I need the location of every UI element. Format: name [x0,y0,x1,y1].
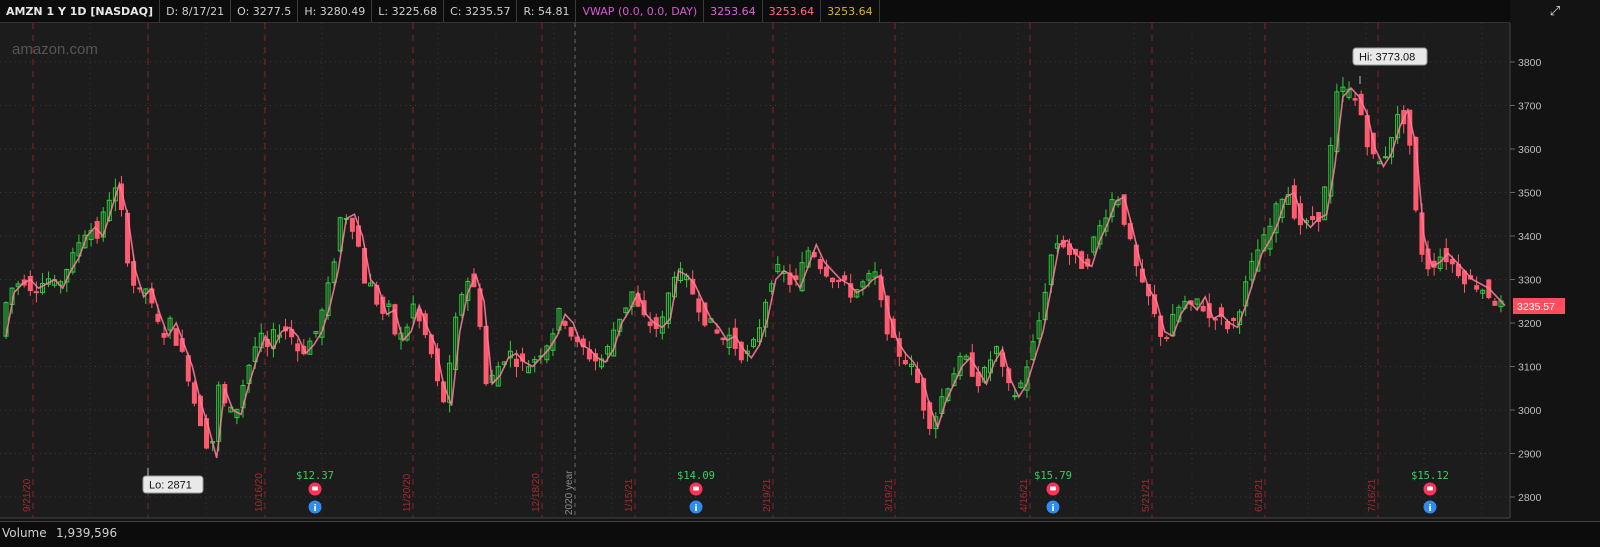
y-tick-label: 2900 [1518,449,1542,461]
y-tick-label: 3700 [1518,101,1542,113]
y-tick-label: 3200 [1518,318,1542,330]
separator-label: 6/18/21 [1254,478,1265,512]
volume-panel-header: Volume 1,939,596 [0,521,1600,547]
candle-down [173,328,179,346]
candle-down [829,277,835,283]
event-info-glyph: i [1051,504,1054,514]
separator-label: 9/21/20 [22,478,33,512]
low-label-text: Lo: 2871 [149,480,192,492]
dividend-label: $14.09 [677,470,715,482]
y-tick-label: 3800 [1518,57,1542,69]
plot-area [0,23,1510,518]
separator-label: 2/19/21 [762,478,773,512]
candle-down [1291,185,1297,219]
y-tick-label: 3400 [1518,231,1542,243]
candle-down [191,382,197,404]
y-tick-label: 2800 [1518,492,1542,504]
candle-down [817,259,823,270]
event-info-glyph: i [1428,504,1431,514]
high-label-text: Hi: 3773.08 [1359,52,1415,64]
candle-down [1231,318,1237,322]
candle-down [161,332,167,338]
dividend-label: $15.12 [1411,470,1449,482]
candle-down [842,275,848,281]
separator-label: 1/15/21 [624,478,635,512]
y-tick-label: 3600 [1518,144,1542,156]
candle-down [720,337,726,341]
volume-value: 1,939,596 [56,526,118,540]
candle-down [568,327,574,337]
candle-down [1310,216,1316,221]
candle-down [349,217,355,232]
earnings-icon-glyph [312,486,318,491]
price-chart[interactable]: amazon.com 9/21/20 10/16/20 11/20/20 12/18/… [0,0,1600,521]
earnings-icon-glyph [1050,486,1056,491]
event-info-glyph: i [694,504,697,514]
dividend-label: $15.79 [1034,470,1072,482]
volume-label[interactable]: Volume [2,526,47,540]
candle-down [714,329,720,334]
candle-down [513,358,519,367]
separator-label: 12/18/20 [531,473,542,512]
candle-down [155,313,161,322]
candle-up [1382,156,1388,159]
separator-label: 7/16/21 [1367,478,1378,512]
last-price-text: 3235.57 [1517,301,1555,313]
separator-label: 2020 year [564,470,575,515]
y-tick-label: 3000 [1518,405,1542,417]
candle-up [1012,395,1018,398]
watermark-logo: amazon.com [12,41,98,58]
separator-label: 11/20/20 [402,473,413,512]
candle-down [902,359,908,365]
y-tick-label: 3300 [1518,275,1542,287]
earnings-icon-glyph [693,486,699,491]
candle-down [696,298,702,313]
candle-down [647,321,653,327]
candle-down [1352,98,1358,101]
earnings-icon-glyph [1427,486,1433,491]
separator-label: 10/16/20 [254,473,265,512]
separator-label: 5/21/21 [1141,478,1152,512]
candle-down [1474,285,1480,290]
candle-down [1492,300,1498,306]
candle-down [33,291,39,294]
candle-down [836,279,842,283]
y-tick-label: 3500 [1518,188,1542,200]
candle-down [823,266,829,277]
event-info-glyph: i [313,504,316,514]
candle-down [1200,305,1206,312]
candle-down [295,343,301,352]
y-tick-label: 3100 [1518,362,1542,374]
dividend-label: $12.37 [296,470,334,482]
candle-down [562,321,568,326]
separator-label: 4/16/21 [1019,478,1030,512]
candle-down [1164,337,1170,340]
separator-label: 3/19/21 [884,478,895,512]
